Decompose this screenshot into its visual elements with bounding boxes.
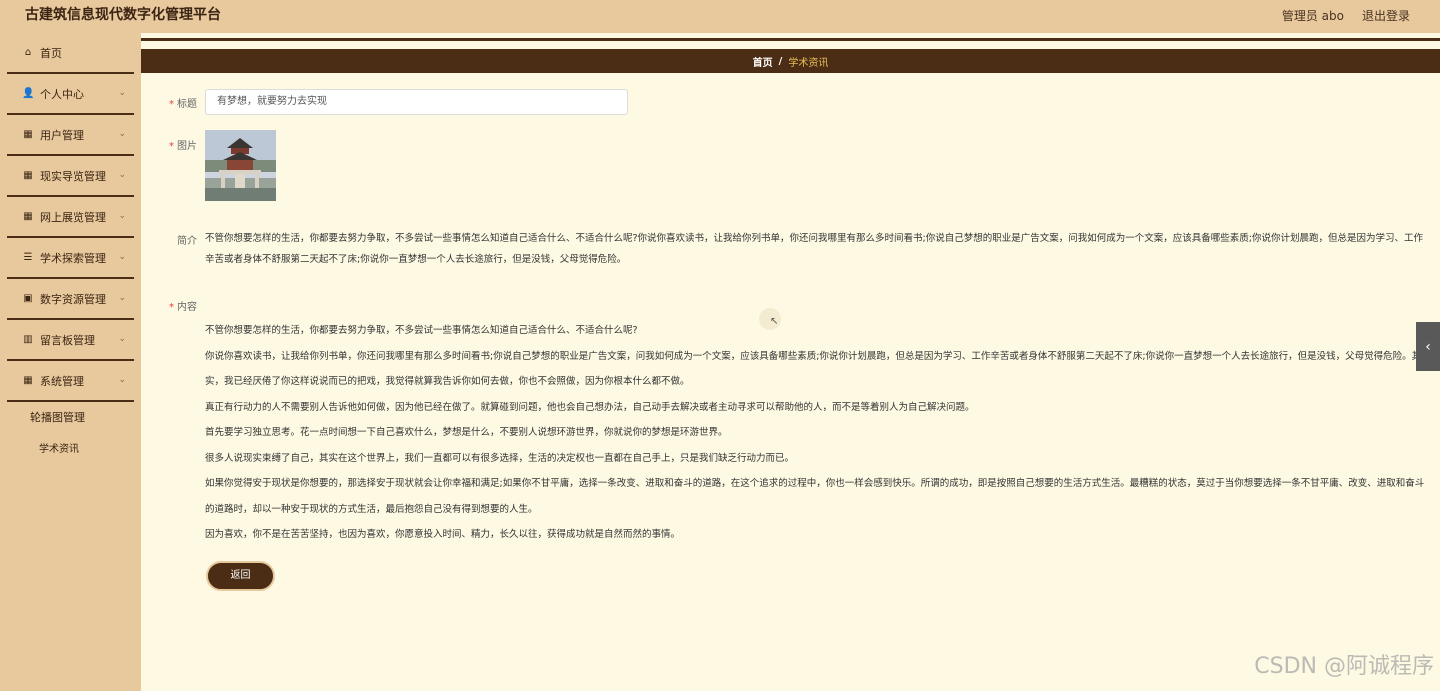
chevron-down-icon: ⌄ (118, 375, 126, 385)
chevron-down-icon: ⌄ (118, 334, 126, 344)
grid-icon: ▦ (23, 129, 33, 140)
content-label: * 内容 (169, 302, 197, 313)
chevron-down-icon: ⌄ (118, 211, 126, 221)
sidebar-item-label: 留言板管理 (40, 333, 95, 347)
sidebar-item-5[interactable]: ☰ 学术探索管理 ⌄ (7, 238, 134, 279)
chevron-down-icon: ⌄ (118, 129, 126, 139)
required-mark: * (169, 302, 174, 313)
chevron-left-icon: ‹ (1425, 338, 1431, 355)
sidebar-item-1[interactable]: 👤 个人中心 ⌄ (7, 74, 134, 115)
sidebar-item-3[interactable]: ▦ 现实导览管理 ⌄ (7, 156, 134, 197)
sidebar-item-2[interactable]: ▦ 用户管理 ⌄ (7, 115, 134, 156)
breadcrumb-home[interactable]: 首页 (753, 54, 773, 69)
bar-chart-icon: ▥ (23, 334, 33, 345)
user-icon: 👤 (22, 88, 35, 99)
mouse-cursor-icon: ↖ (770, 316, 779, 327)
clipboard-icon: ▣ (23, 293, 33, 304)
chevron-down-icon: ⌄ (118, 170, 126, 180)
top-header: 古建筑信息现代数字化管理平台 管理员 abo 退出登录 (0, 0, 1440, 33)
collapse-panel-toggle[interactable]: ‹ (1416, 322, 1440, 371)
sidebar-item-0[interactable]: ⌂ 首页 (7, 33, 134, 74)
content-paragraph: 不管你想要怎样的生活，你都要去努力争取，不多尝试一些事情怎么知道自己适合什么、不… (205, 325, 638, 336)
app-title: 古建筑信息现代数字化管理平台 (25, 7, 221, 23)
sidebar-item-7[interactable]: ▥ 留言板管理 ⌄ (7, 320, 134, 361)
sidebar-item-label: 个人中心 (40, 87, 84, 101)
content-paragraph: 你说你喜欢读书，让我给你列书单，你还问我哪里有那么多时间看书;你说自己梦想的职业… (205, 350, 1422, 388)
sidebar-subitem-news[interactable]: 学术资讯 (0, 434, 141, 466)
content-body: 不管你想要怎样的生活，你都要去努力争取，不多尝试一些事情怎么知道自己适合什么、不… (205, 318, 1430, 548)
sidebar-item-label: 现实导览管理 (40, 169, 106, 183)
title-input[interactable]: 有梦想，就要努力去实现 (205, 89, 628, 115)
content-paragraph: 因为喜欢，你不是在苦苦坚持，也因为喜欢，你愿意投入时间、精力，长久以往，获得成功… (205, 529, 681, 540)
sidebar-menu: ⌂ 首页 👤 个人中心 ⌄ ▦ 用户管理 ⌄ ▦ 现实导览管理 ⌄ ▦ 网上展览管理 ⌄ ☰ 学术探索管理 ⌄ ▣… (0, 33, 141, 402)
sliders-icon: ☰ (23, 252, 33, 263)
sidebar-item-8[interactable]: ▦ 系统管理 ⌄ (7, 361, 134, 402)
required-mark: * (169, 141, 174, 152)
required-mark: * (169, 99, 174, 110)
current-user-label[interactable]: 管理员 abo (1282, 7, 1344, 24)
grid-icon: ▦ (23, 211, 33, 222)
sidebar-item-label: 系统管理 (40, 374, 84, 388)
sidebar-subitem-carousel[interactable]: 轮播图管理 (0, 402, 141, 434)
header-user-area: 管理员 abo 退出登录 (1282, 7, 1410, 24)
intro-label: 简介 (177, 236, 197, 247)
breadcrumb: 首页 / 学术资讯 (141, 49, 1440, 73)
logout-link[interactable]: 退出登录 (1362, 7, 1410, 24)
breadcrumb-separator: / (778, 55, 783, 67)
sidebar-item-label: 学术探索管理 (40, 251, 106, 265)
sidebar-item-6[interactable]: ▣ 数字资源管理 ⌄ (7, 279, 134, 320)
sidebar-item-label: 网上展览管理 (40, 210, 106, 224)
sidebar-item-label: 用户管理 (40, 128, 84, 142)
grid-icon: ▦ (23, 170, 33, 181)
top-strip-2 (141, 41, 1440, 49)
sidebar-item-label: 首页 (40, 46, 62, 60)
home-icon: ⌂ (24, 47, 32, 58)
grid-icon: ▦ (23, 375, 33, 386)
title-label: * 标题 (169, 99, 197, 110)
content-paragraph: 首先要学习独立思考。花一点时间想一下自己喜欢什么，梦想是什么，不要别人说想环游世… (205, 427, 728, 438)
news-image[interactable] (205, 130, 276, 201)
chevron-down-icon: ⌄ (118, 252, 126, 262)
image-label: * 图片 (169, 141, 197, 152)
content-paragraph: 很多人说现实束缚了自己，其实在这个世界上，我们一直都可以有很多选择，生活的决定权… (205, 452, 795, 464)
intro-text: 不管你想要怎样的生活，你都要去努力争取，不多尝试一些事情怎么知道自己适合什么、不… (205, 233, 1423, 265)
chevron-down-icon: ⌄ (118, 293, 126, 303)
breadcrumb-current: 学术资讯 (788, 57, 829, 69)
back-button[interactable]: 返回 (206, 561, 275, 591)
watermark: CSDN @阿诚程序 (1254, 654, 1434, 679)
content-paragraph: 真正有行动力的人不需要别人告诉他如何做，因为他已经在做了。就算碰到问题，他也会自… (205, 401, 975, 413)
pavilion-image (205, 130, 276, 201)
chevron-down-icon: ⌄ (118, 88, 126, 98)
sidebar-item-4[interactable]: ▦ 网上展览管理 ⌄ (7, 197, 134, 238)
content-paragraph: 如果你觉得安于现状是你想要的，那选择安于现状就会让你幸福和满足;如果你不甘平庸，… (205, 478, 1425, 515)
sidebar-item-label: 数字资源管理 (40, 292, 106, 306)
sidebar: ⌂ 首页 👤 个人中心 ⌄ ▦ 用户管理 ⌄ ▦ 现实导览管理 ⌄ ▦ 网上展览管理 ⌄ ☰ 学术探索管理 ⌄ ▣… (0, 33, 141, 691)
